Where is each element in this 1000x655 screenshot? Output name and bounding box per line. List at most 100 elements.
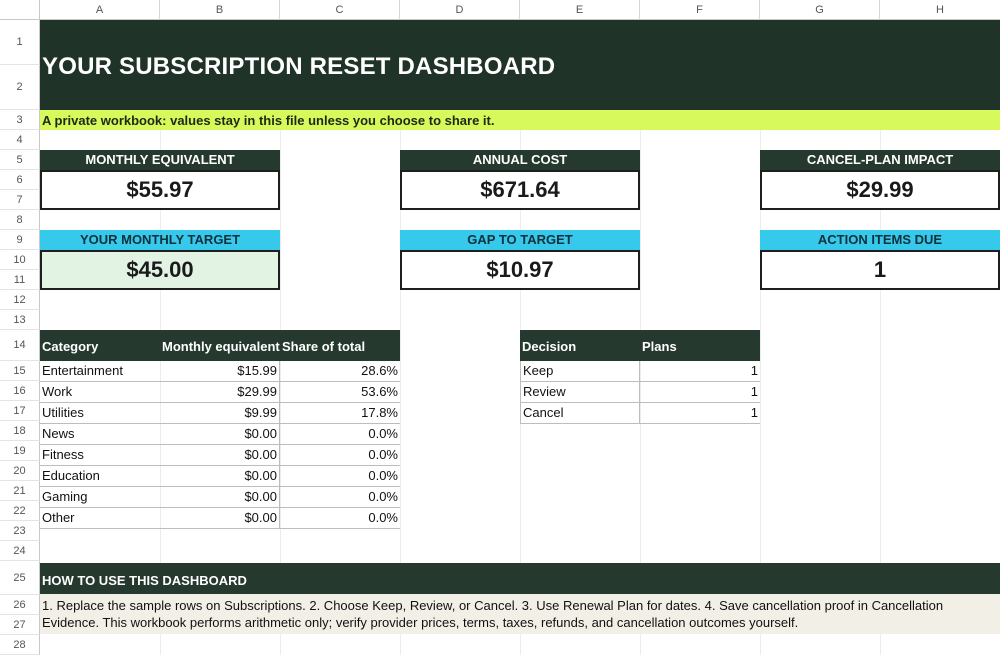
column-header-b[interactable]: B	[160, 0, 280, 20]
page-subtitle: A private workbook: values stay in this …	[42, 113, 495, 128]
card-gap-to-target[interactable]: GAP TO TARGET $10.97	[400, 230, 640, 290]
monthly-cell[interactable]: $15.99	[160, 361, 280, 381]
decision-table: Decision Plans	[520, 330, 760, 361]
plans-cell[interactable]: 1	[640, 361, 760, 381]
table-header-row: Category Monthly equivalent Share of tot…	[40, 330, 400, 361]
monthly-cell[interactable]: $9.99	[160, 403, 280, 423]
card-value: 1	[760, 250, 1000, 290]
howto-text: 1. Replace the sample rows on Subscripti…	[42, 598, 944, 630]
monthly-cell[interactable]: $29.99	[160, 382, 280, 402]
card-monthly-equivalent[interactable]: MONTHLY EQUIVALENT $55.97	[40, 150, 280, 210]
column-header-e[interactable]: E	[520, 0, 640, 20]
column-header-plans[interactable]: Plans	[640, 330, 760, 361]
card-monthly-target[interactable]: YOUR MONTHLY TARGET $45.00	[40, 230, 280, 290]
share-cell[interactable]: 53.6%	[280, 382, 400, 402]
row-header[interactable]: 16	[0, 381, 40, 401]
card-label: MONTHLY EQUIVALENT	[40, 150, 280, 170]
card-value: $671.64	[400, 170, 640, 210]
category-cell[interactable]: News	[40, 424, 160, 444]
table-row: Utilities $9.99 17.8%	[40, 403, 400, 424]
row-header[interactable]: 3	[0, 110, 40, 130]
column-header-f[interactable]: F	[640, 0, 760, 20]
share-cell[interactable]: 0.0%	[280, 424, 400, 444]
row-header[interactable]: 13	[0, 310, 40, 330]
monthly-target-input[interactable]: $45.00	[40, 250, 280, 290]
row-header[interactable]: 6	[0, 170, 40, 190]
row-header[interactable]: 2	[0, 65, 40, 110]
decision-cell[interactable]: Keep	[520, 361, 640, 381]
monthly-cell[interactable]: $0.00	[160, 424, 280, 444]
monthly-cell[interactable]: $0.00	[160, 487, 280, 507]
share-cell[interactable]: 0.0%	[280, 445, 400, 465]
column-header-share[interactable]: Share of total	[280, 330, 400, 361]
share-cell[interactable]: 28.6%	[280, 361, 400, 381]
row-header[interactable]: 20	[0, 461, 40, 481]
row-header[interactable]: 14	[0, 330, 40, 361]
column-header-g[interactable]: G	[760, 0, 880, 20]
decision-cell[interactable]: Cancel	[520, 403, 640, 423]
column-header-category[interactable]: Category	[40, 330, 160, 361]
card-label: GAP TO TARGET	[400, 230, 640, 250]
category-table-body: Entertainment $15.99 28.6% Work $29.99 53.6% U…	[40, 361, 400, 529]
page-title: YOUR SUBSCRIPTION RESET DASHBOARD	[42, 53, 556, 80]
column-header-h[interactable]: H	[880, 0, 1000, 20]
row-header[interactable]: 7	[0, 190, 40, 210]
row-header[interactable]: 17	[0, 401, 40, 421]
table-row: Gaming $0.00 0.0%	[40, 487, 400, 508]
category-cell[interactable]: Entertainment	[40, 361, 160, 381]
row-header[interactable]: 9	[0, 230, 40, 250]
monthly-cell[interactable]: $0.00	[160, 508, 280, 528]
category-cell[interactable]: Other	[40, 508, 160, 528]
row-header[interactable]: 18	[0, 421, 40, 441]
plans-cell[interactable]: 1	[640, 382, 760, 402]
share-cell[interactable]: 17.8%	[280, 403, 400, 423]
plans-cell[interactable]: 1	[640, 403, 760, 423]
card-annual-cost[interactable]: ANNUAL COST $671.64	[400, 150, 640, 210]
table-row: Fitness $0.00 0.0%	[40, 445, 400, 466]
card-action-items-due[interactable]: ACTION ITEMS DUE 1	[760, 230, 1000, 290]
table-row: Review 1	[520, 382, 760, 403]
row-header[interactable]: 28	[0, 635, 40, 655]
card-value: $10.97	[400, 250, 640, 290]
row-header[interactable]: 11	[0, 270, 40, 290]
decision-table-body: Keep 1 Review 1 Cancel 1	[520, 361, 760, 424]
share-cell[interactable]: 0.0%	[280, 466, 400, 486]
row-header[interactable]: 4	[0, 130, 40, 150]
category-cell[interactable]: Fitness	[40, 445, 160, 465]
row-header[interactable]: 22	[0, 501, 40, 521]
table-row: News $0.00 0.0%	[40, 424, 400, 445]
column-header-monthly[interactable]: Monthly equivalent	[160, 330, 280, 361]
column-header-d[interactable]: D	[400, 0, 520, 20]
row-header[interactable]: 12	[0, 290, 40, 310]
row-header[interactable]: 23	[0, 521, 40, 541]
monthly-cell[interactable]: $0.00	[160, 445, 280, 465]
category-cell[interactable]: Work	[40, 382, 160, 402]
category-cell[interactable]: Gaming	[40, 487, 160, 507]
column-header-c[interactable]: C	[280, 0, 400, 20]
column-header-a[interactable]: A	[40, 0, 160, 20]
decision-cell[interactable]: Review	[520, 382, 640, 402]
row-header[interactable]: 19	[0, 441, 40, 461]
table-header-row: Decision Plans	[520, 330, 760, 361]
row-header[interactable]: 25	[0, 561, 40, 595]
row-header[interactable]: 10	[0, 250, 40, 270]
column-header-decision[interactable]: Decision	[520, 330, 640, 361]
row-header[interactable]: 21	[0, 481, 40, 501]
row-header[interactable]: 26	[0, 595, 40, 615]
share-cell[interactable]: 0.0%	[280, 487, 400, 507]
share-cell[interactable]: 0.0%	[280, 508, 400, 528]
table-row: Education $0.00 0.0%	[40, 466, 400, 487]
row-header[interactable]: 24	[0, 541, 40, 561]
category-cell[interactable]: Utilities	[40, 403, 160, 423]
category-table: Category Monthly equivalent Share of tot…	[40, 330, 400, 361]
monthly-cell[interactable]: $0.00	[160, 466, 280, 486]
row-header[interactable]: 8	[0, 210, 40, 230]
category-cell[interactable]: Education	[40, 466, 160, 486]
row-header[interactable]: 5	[0, 150, 40, 170]
row-header[interactable]: 1	[0, 20, 40, 65]
row-header[interactable]: 27	[0, 615, 40, 635]
select-all-corner[interactable]	[0, 0, 40, 20]
card-label: ANNUAL COST	[400, 150, 640, 170]
row-header[interactable]: 15	[0, 361, 40, 381]
card-cancel-plan-impact[interactable]: CANCEL-PLAN IMPACT $29.99	[760, 150, 1000, 210]
